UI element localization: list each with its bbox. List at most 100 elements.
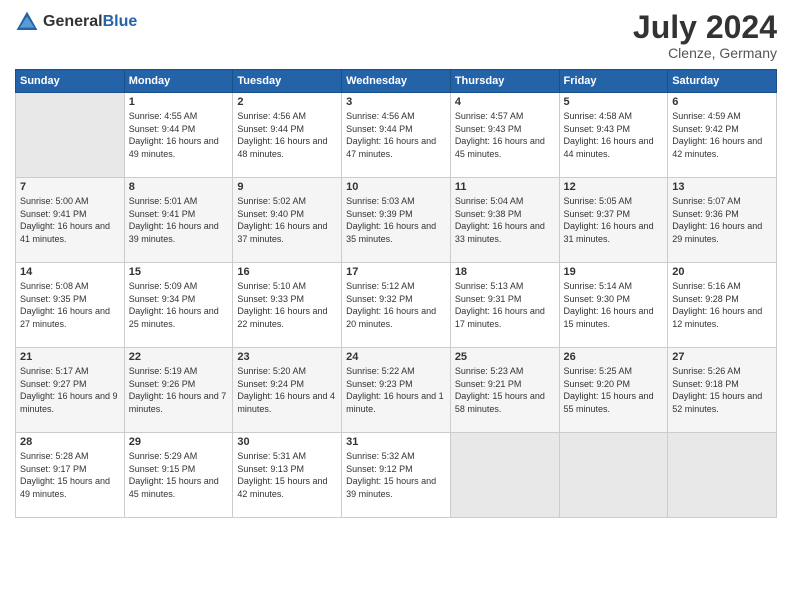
- day-info: Sunrise: 5:10 AMSunset: 9:33 PMDaylight:…: [237, 280, 337, 330]
- week-row-5: 28 Sunrise: 5:28 AMSunset: 9:17 PMDayligh…: [16, 433, 777, 518]
- calendar-cell: 9 Sunrise: 5:02 AMSunset: 9:40 PMDaylight…: [233, 178, 342, 263]
- calendar-cell: 13 Sunrise: 5:07 AMSunset: 9:36 PMDayligh…: [668, 178, 777, 263]
- calendar-cell: 21 Sunrise: 5:17 AMSunset: 9:27 PMDayligh…: [16, 348, 125, 433]
- day-info: Sunrise: 5:13 AMSunset: 9:31 PMDaylight:…: [455, 280, 555, 330]
- header-day-tuesday: Tuesday: [233, 70, 342, 93]
- day-info: Sunrise: 5:32 AMSunset: 9:12 PMDaylight:…: [346, 450, 446, 500]
- day-info: Sunrise: 5:19 AMSunset: 9:26 PMDaylight:…: [129, 365, 229, 415]
- calendar-cell: 18 Sunrise: 5:13 AMSunset: 9:31 PMDayligh…: [450, 263, 559, 348]
- header-day-saturday: Saturday: [668, 70, 777, 93]
- day-info: Sunrise: 5:29 AMSunset: 9:15 PMDaylight:…: [129, 450, 229, 500]
- day-info: Sunrise: 4:56 AMSunset: 9:44 PMDaylight:…: [346, 110, 446, 160]
- week-row-1: 1 Sunrise: 4:55 AMSunset: 9:44 PMDaylight…: [16, 93, 777, 178]
- day-number: 30: [237, 436, 337, 448]
- calendar-cell: 6 Sunrise: 4:59 AMSunset: 9:42 PMDaylight…: [668, 93, 777, 178]
- day-number: 5: [564, 96, 664, 108]
- day-number: 25: [455, 351, 555, 363]
- day-info: Sunrise: 5:07 AMSunset: 9:36 PMDaylight:…: [672, 195, 772, 245]
- day-number: 17: [346, 266, 446, 278]
- day-number: 2: [237, 96, 337, 108]
- calendar-cell: 28 Sunrise: 5:28 AMSunset: 9:17 PMDayligh…: [16, 433, 125, 518]
- title-block: July 2024 Clenze, Germany: [633, 10, 777, 61]
- calendar-cell: [450, 433, 559, 518]
- day-info: Sunrise: 5:09 AMSunset: 9:34 PMDaylight:…: [129, 280, 229, 330]
- day-number: 12: [564, 181, 664, 193]
- day-number: 21: [20, 351, 120, 363]
- calendar-cell: 23Sunrise: 5:20 AMSunset: 9:24 PMDayligh…: [233, 348, 342, 433]
- day-number: 10: [346, 181, 446, 193]
- day-number: 16: [237, 266, 337, 278]
- week-row-3: 14Sunrise: 5:08 AMSunset: 9:35 PMDayligh…: [16, 263, 777, 348]
- calendar-cell: 24Sunrise: 5:22 AMSunset: 9:23 PMDayligh…: [342, 348, 451, 433]
- day-number: 29: [129, 436, 229, 448]
- calendar-cell: 31 Sunrise: 5:32 AMSunset: 9:12 PMDayligh…: [342, 433, 451, 518]
- day-info: Sunrise: 4:55 AMSunset: 9:44 PMDaylight:…: [129, 110, 229, 160]
- calendar-cell: 14Sunrise: 5:08 AMSunset: 9:35 PMDayligh…: [16, 263, 125, 348]
- calendar-container: GeneralBlue July 2024 Clenze, Germany Su…: [0, 0, 792, 612]
- day-number: 22: [129, 351, 229, 363]
- day-info: Sunrise: 5:05 AMSunset: 9:37 PMDaylight:…: [564, 195, 664, 245]
- day-info: Sunrise: 4:59 AMSunset: 9:42 PMDaylight:…: [672, 110, 772, 160]
- day-number: 6: [672, 96, 772, 108]
- day-info: Sunrise: 5:20 AMSunset: 9:24 PMDaylight:…: [237, 365, 337, 415]
- calendar-cell: 26 Sunrise: 5:25 AMSunset: 9:20 PMDayligh…: [559, 348, 668, 433]
- day-number: 15: [129, 266, 229, 278]
- day-info: Sunrise: 4:57 AMSunset: 9:43 PMDaylight:…: [455, 110, 555, 160]
- day-number: 26: [564, 351, 664, 363]
- header-day-monday: Monday: [124, 70, 233, 93]
- calendar-cell: [668, 433, 777, 518]
- day-number: 1: [129, 96, 229, 108]
- calendar-cell: 4 Sunrise: 4:57 AMSunset: 9:43 PMDaylight…: [450, 93, 559, 178]
- logo: GeneralBlue: [15, 10, 137, 34]
- day-info: Sunrise: 5:04 AMSunset: 9:38 PMDaylight:…: [455, 195, 555, 245]
- day-info: Sunrise: 5:01 AMSunset: 9:41 PMDaylight:…: [129, 195, 229, 245]
- day-info: Sunrise: 5:17 AMSunset: 9:27 PMDaylight:…: [20, 365, 120, 415]
- day-number: 13: [672, 181, 772, 193]
- calendar-cell: [559, 433, 668, 518]
- calendar-table: SundayMondayTuesdayWednesdayThursdayFrid…: [15, 69, 777, 518]
- location: Clenze, Germany: [633, 45, 777, 61]
- header-row: SundayMondayTuesdayWednesdayThursdayFrid…: [16, 70, 777, 93]
- day-info: Sunrise: 5:03 AMSunset: 9:39 PMDaylight:…: [346, 195, 446, 245]
- day-info: Sunrise: 5:16 AMSunset: 9:28 PMDaylight:…: [672, 280, 772, 330]
- day-info: Sunrise: 5:02 AMSunset: 9:40 PMDaylight:…: [237, 195, 337, 245]
- header-day-sunday: Sunday: [16, 70, 125, 93]
- day-info: Sunrise: 5:31 AMSunset: 9:13 PMDaylight:…: [237, 450, 337, 500]
- day-info: Sunrise: 5:00 AMSunset: 9:41 PMDaylight:…: [20, 195, 120, 245]
- calendar-cell: 25Sunrise: 5:23 AMSunset: 9:21 PMDayligh…: [450, 348, 559, 433]
- week-row-4: 21 Sunrise: 5:17 AMSunset: 9:27 PMDayligh…: [16, 348, 777, 433]
- day-number: 19: [564, 266, 664, 278]
- day-number: 9: [237, 181, 337, 193]
- day-number: 7: [20, 181, 120, 193]
- week-row-2: 7 Sunrise: 5:00 AMSunset: 9:41 PMDaylight…: [16, 178, 777, 263]
- calendar-cell: 1 Sunrise: 4:55 AMSunset: 9:44 PMDaylight…: [124, 93, 233, 178]
- day-info: Sunrise: 4:56 AMSunset: 9:44 PMDaylight:…: [237, 110, 337, 160]
- day-info: Sunrise: 4:58 AMSunset: 9:43 PMDaylight:…: [564, 110, 664, 160]
- day-number: 4: [455, 96, 555, 108]
- day-number: 31: [346, 436, 446, 448]
- day-info: Sunrise: 5:12 AMSunset: 9:32 PMDaylight:…: [346, 280, 446, 330]
- day-number: 28: [20, 436, 120, 448]
- calendar-cell: 16 Sunrise: 5:10 AMSunset: 9:33 PMDayligh…: [233, 263, 342, 348]
- calendar-cell: 22 Sunrise: 5:19 AMSunset: 9:26 PMDayligh…: [124, 348, 233, 433]
- logo-general: General: [43, 13, 103, 30]
- day-info: Sunrise: 5:22 AMSunset: 9:23 PMDaylight:…: [346, 365, 446, 415]
- day-info: Sunrise: 5:25 AMSunset: 9:20 PMDaylight:…: [564, 365, 664, 415]
- calendar-cell: 7 Sunrise: 5:00 AMSunset: 9:41 PMDaylight…: [16, 178, 125, 263]
- day-number: 18: [455, 266, 555, 278]
- day-number: 11: [455, 181, 555, 193]
- calendar-cell: 19 Sunrise: 5:14 AMSunset: 9:30 PMDayligh…: [559, 263, 668, 348]
- calendar-cell: 5 Sunrise: 4:58 AMSunset: 9:43 PMDaylight…: [559, 93, 668, 178]
- header-day-friday: Friday: [559, 70, 668, 93]
- calendar-cell: 15 Sunrise: 5:09 AMSunset: 9:34 PMDayligh…: [124, 263, 233, 348]
- day-number: 20: [672, 266, 772, 278]
- calendar-cell: 12 Sunrise: 5:05 AMSunset: 9:37 PMDayligh…: [559, 178, 668, 263]
- calendar-cell: 8Sunrise: 5:01 AMSunset: 9:41 PMDaylight…: [124, 178, 233, 263]
- day-info: Sunrise: 5:28 AMSunset: 9:17 PMDaylight:…: [20, 450, 120, 500]
- day-number: 14: [20, 266, 120, 278]
- calendar-cell: 20 Sunrise: 5:16 AMSunset: 9:28 PMDayligh…: [668, 263, 777, 348]
- logo-icon: [15, 10, 39, 34]
- month-year: July 2024: [633, 10, 777, 45]
- day-number: 3: [346, 96, 446, 108]
- day-info: Sunrise: 5:14 AMSunset: 9:30 PMDaylight:…: [564, 280, 664, 330]
